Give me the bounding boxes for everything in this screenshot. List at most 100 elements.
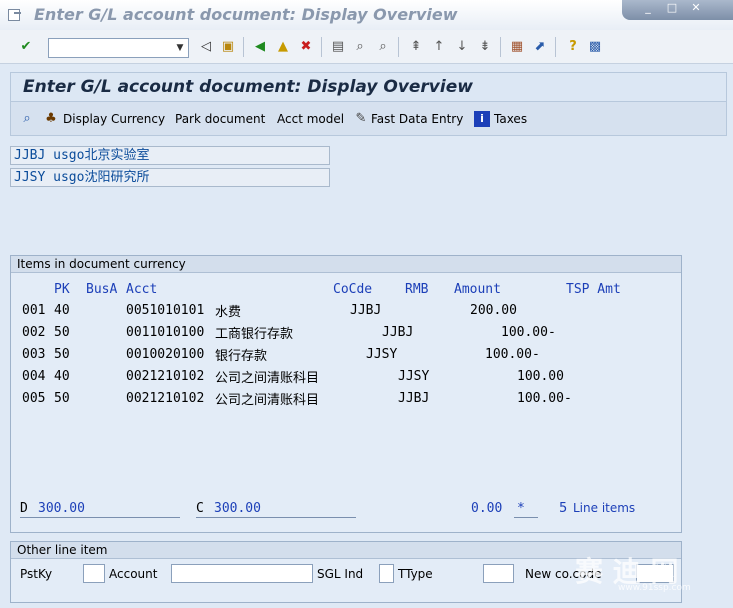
- next-page-icon[interactable]: ↓: [454, 39, 470, 55]
- credit-label: C: [196, 501, 204, 516]
- fast-data-entry-button[interactable]: Fast Data Entry: [371, 112, 463, 126]
- col-header-rmb: RMB: [405, 282, 429, 297]
- balance-total: 0.00: [471, 501, 503, 516]
- chevron-down-icon[interactable]: ▼: [174, 41, 186, 55]
- debit-total-underline: [20, 517, 180, 518]
- col-header-busa: BusA: [86, 282, 118, 297]
- row-5-pk[interactable]: 50: [54, 391, 70, 406]
- help-icon[interactable]: ?: [565, 39, 581, 55]
- row-2-amount[interactable]: 100.00-: [501, 325, 556, 340]
- previous-page-icon[interactable]: ↑: [431, 39, 447, 55]
- watermark-url: www.91ssp.com: [618, 583, 691, 593]
- exit-icon[interactable]: ▲: [275, 39, 291, 55]
- print-icon[interactable]: ▤: [330, 39, 346, 55]
- col-header-cocde: CoCde: [333, 282, 373, 297]
- taxes-button[interactable]: Taxes: [494, 112, 527, 126]
- new-session-icon[interactable]: ▦: [509, 39, 525, 55]
- command-input[interactable]: [49, 39, 169, 57]
- display-document-icon[interactable]: ⌕: [19, 111, 35, 127]
- enter-check-icon[interactable]: ✔: [18, 39, 34, 55]
- park-document-button[interactable]: Park document: [175, 112, 265, 126]
- currency-icon[interactable]: ♣: [43, 111, 59, 127]
- toolbar-separator: [321, 37, 322, 57]
- command-field[interactable]: ▼: [48, 38, 189, 58]
- row-2-desc[interactable]: 工商银行存款: [215, 323, 293, 342]
- window-controls: _ □ ✕: [622, 0, 733, 20]
- sgl-ind-label: SGL Ind: [317, 567, 364, 581]
- maximize-button[interactable]: □: [662, 0, 682, 16]
- display-currency-button[interactable]: Display Currency: [63, 112, 165, 126]
- balance-star: *: [517, 501, 525, 516]
- pstky-field[interactable]: [83, 564, 105, 583]
- find-icon[interactable]: ⌕: [352, 39, 368, 55]
- row-1-no[interactable]: 001: [22, 303, 45, 318]
- toolbar-separator: [398, 37, 399, 57]
- row-1-cocde[interactable]: JJBJ: [350, 303, 381, 318]
- row-4-cocde[interactable]: JJSY: [398, 369, 429, 384]
- toolbar-separator: [555, 37, 556, 57]
- minimize-button[interactable]: _: [638, 0, 658, 16]
- row-5-desc[interactable]: 公司之间清账科目: [215, 389, 319, 408]
- toolbar-separator: [500, 37, 501, 57]
- row-1-desc[interactable]: 水费: [215, 301, 241, 320]
- save-icon[interactable]: ▣: [220, 39, 236, 55]
- row-3-pk[interactable]: 50: [54, 347, 70, 362]
- back-icon[interactable]: ◀: [252, 39, 268, 55]
- row-1-acct[interactable]: 0051010101: [126, 303, 204, 318]
- row-1-amount[interactable]: 200.00: [470, 303, 517, 318]
- row-3-acct[interactable]: 0010020100: [126, 347, 204, 362]
- sgl-ind-field[interactable]: [379, 564, 394, 583]
- col-header-acct: Acct: [126, 282, 158, 297]
- row-1-pk[interactable]: 40: [54, 303, 70, 318]
- row-2-no[interactable]: 002: [22, 325, 45, 340]
- debit-total: 300.00: [38, 501, 85, 516]
- window-menu-icon[interactable]: [8, 9, 21, 21]
- back-arrow-icon[interactable]: ◁: [198, 39, 214, 55]
- row-5-amount[interactable]: 100.00-: [517, 391, 572, 406]
- pstky-label: PstKy: [20, 567, 53, 581]
- ttype-label: TType: [398, 567, 433, 581]
- row-4-pk[interactable]: 40: [54, 369, 70, 384]
- account-field[interactable]: [171, 564, 313, 583]
- layout-menu-icon[interactable]: ▩: [587, 39, 603, 55]
- row-3-amount[interactable]: 100.00-: [485, 347, 540, 362]
- row-3-no[interactable]: 003: [22, 347, 45, 362]
- row-3-cocde[interactable]: JJSY: [366, 347, 397, 362]
- row-2-acct[interactable]: 0011010100: [126, 325, 204, 340]
- sgl-ind-input[interactable]: [380, 565, 393, 582]
- row-4-acct[interactable]: 0021210102: [126, 369, 204, 384]
- balance-star-underline: [514, 517, 538, 518]
- row-5-acct[interactable]: 0021210102: [126, 391, 204, 406]
- account-label: Account: [109, 567, 158, 581]
- acct-model-button[interactable]: Acct model: [277, 112, 344, 126]
- row-5-cocde[interactable]: JJBJ: [398, 391, 429, 406]
- find-next-icon[interactable]: ⌕: [375, 39, 391, 55]
- row-5-no[interactable]: 005: [22, 391, 45, 406]
- credit-total: 300.00: [214, 501, 261, 516]
- ttype-field[interactable]: [483, 564, 514, 583]
- first-page-icon[interactable]: ⇞: [408, 39, 424, 55]
- account-input[interactable]: [172, 565, 312, 582]
- row-4-no[interactable]: 004: [22, 369, 45, 384]
- last-page-icon[interactable]: ⇟: [477, 39, 493, 55]
- info-icon[interactable]: i: [474, 111, 490, 127]
- close-button[interactable]: ✕: [686, 0, 706, 16]
- pstky-input[interactable]: [84, 565, 104, 582]
- row-2-pk[interactable]: 50: [54, 325, 70, 340]
- row-4-desc[interactable]: 公司之间清账科目: [215, 367, 319, 386]
- shortcut-icon[interactable]: ⬈: [532, 39, 548, 55]
- window-title: Enter G/L account document: Display Over…: [34, 5, 458, 24]
- line-items-label: Line items: [573, 501, 636, 515]
- page-header: Enter G/L account document: Display Over…: [10, 72, 727, 102]
- col-header-amount: Amount: [454, 282, 501, 297]
- page-title: Enter G/L account document: Display Over…: [23, 77, 473, 97]
- standard-toolbar: ✔ ▼ ◁ ▣ ◀ ▲ ✖ ▤ ⌕ ⌕ ⇞ ↑ ↓ ⇟ ▦ ⬈ ? ▩: [0, 30, 733, 64]
- line-item-count: 5: [559, 501, 568, 516]
- row-2-cocde[interactable]: JJBJ: [382, 325, 413, 340]
- col-header-pk: PK: [54, 282, 70, 297]
- row-3-desc[interactable]: 银行存款: [215, 345, 267, 364]
- fast-data-entry-icon[interactable]: ✎: [353, 111, 369, 127]
- cancel-icon[interactable]: ✖: [298, 39, 314, 55]
- ttype-input[interactable]: [484, 565, 513, 582]
- row-4-amount[interactable]: 100.00: [517, 369, 564, 384]
